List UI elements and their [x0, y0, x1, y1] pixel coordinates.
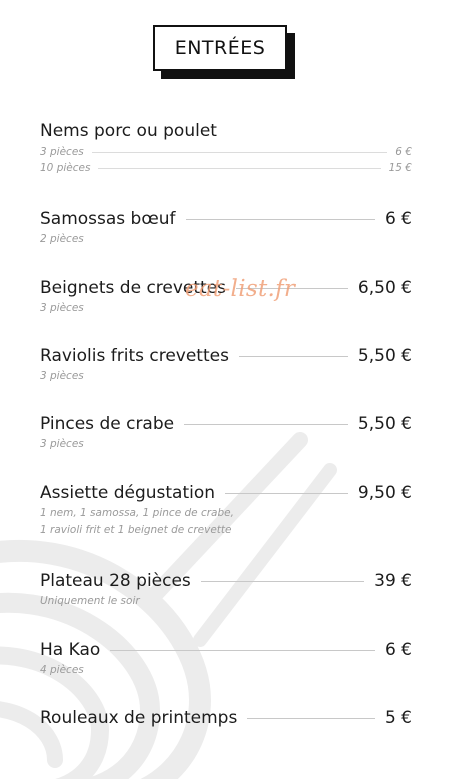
item-name: Raviolis frits crevettes — [40, 346, 229, 366]
menu-item: Raviolis frits crevettes 5,50 € 3 pièces — [40, 344, 412, 385]
leader-line — [238, 355, 348, 357]
option-label: 3 pièces — [40, 145, 84, 158]
menu-item: Ha Kao 6 € 4 pièces — [40, 638, 412, 679]
item-price: 5 € — [384, 708, 412, 728]
item-price: 9,50 € — [357, 483, 412, 503]
leader-line — [185, 218, 375, 220]
item-price: 6,50 € — [357, 278, 412, 298]
item-description: Uniquement le soir — [40, 595, 140, 607]
section-title: ENTRÉES — [153, 25, 287, 71]
item-price: 6 € — [384, 640, 412, 660]
leader-line — [98, 167, 381, 169]
leader-line — [247, 717, 375, 719]
item-name: Samossas bœuf — [40, 209, 176, 229]
item-description: 1 ravioli frit et 1 beignet de crevette — [40, 524, 232, 536]
item-description: 3 pièces — [40, 370, 84, 382]
leader-line — [91, 151, 388, 153]
menu-item: Samossas bœuf 6 € 2 pièces — [40, 207, 412, 248]
section-title-box: ENTRÉES — [153, 25, 299, 83]
item-price: 5,50 € — [357, 414, 412, 434]
item-name: Nems porc ou poulet — [40, 121, 217, 141]
item-name: Pinces de crabe — [40, 414, 175, 434]
menu-item: Pinces de crabe 5,50 € 3 pièces — [40, 412, 412, 453]
item-price: 39 € — [374, 571, 412, 591]
item-description: 4 pièces — [40, 664, 84, 676]
watermark-text: eat-list.fr — [185, 276, 296, 302]
item-description: 3 pièces — [40, 302, 84, 314]
item-name: Plateau 28 pièces — [40, 571, 191, 591]
item-price: 6 € — [384, 209, 412, 229]
item-description: 3 pièces — [40, 438, 84, 450]
leader-line — [225, 492, 348, 494]
menu-item: Plateau 28 pièces 39 € Uniquement le soi… — [40, 569, 412, 610]
option-price: 15 € — [388, 162, 412, 174]
item-name: Ha Kao — [40, 640, 101, 660]
leader-line — [184, 423, 348, 425]
menu-item: Assiette dégustation 9,50 € 1 nem, 1 sam… — [40, 481, 412, 539]
item-name: Assiette dégustation — [40, 483, 216, 503]
menu-item: Nems porc ou poulet 3 pièces 6 € 10 pièc… — [40, 119, 412, 177]
leader-line — [110, 649, 375, 651]
item-name: Rouleaux de printemps — [40, 708, 238, 728]
option-label: 10 pièces — [40, 161, 91, 174]
item-description: 2 pièces — [40, 233, 84, 245]
item-description: 1 nem, 1 samossa, 1 pince de crabe, — [40, 507, 234, 519]
menu-item: Rouleaux de printemps 5 € — [40, 706, 412, 730]
option-price: 6 € — [395, 146, 412, 158]
leader-line — [200, 580, 365, 582]
item-price: 5,50 € — [357, 346, 412, 366]
